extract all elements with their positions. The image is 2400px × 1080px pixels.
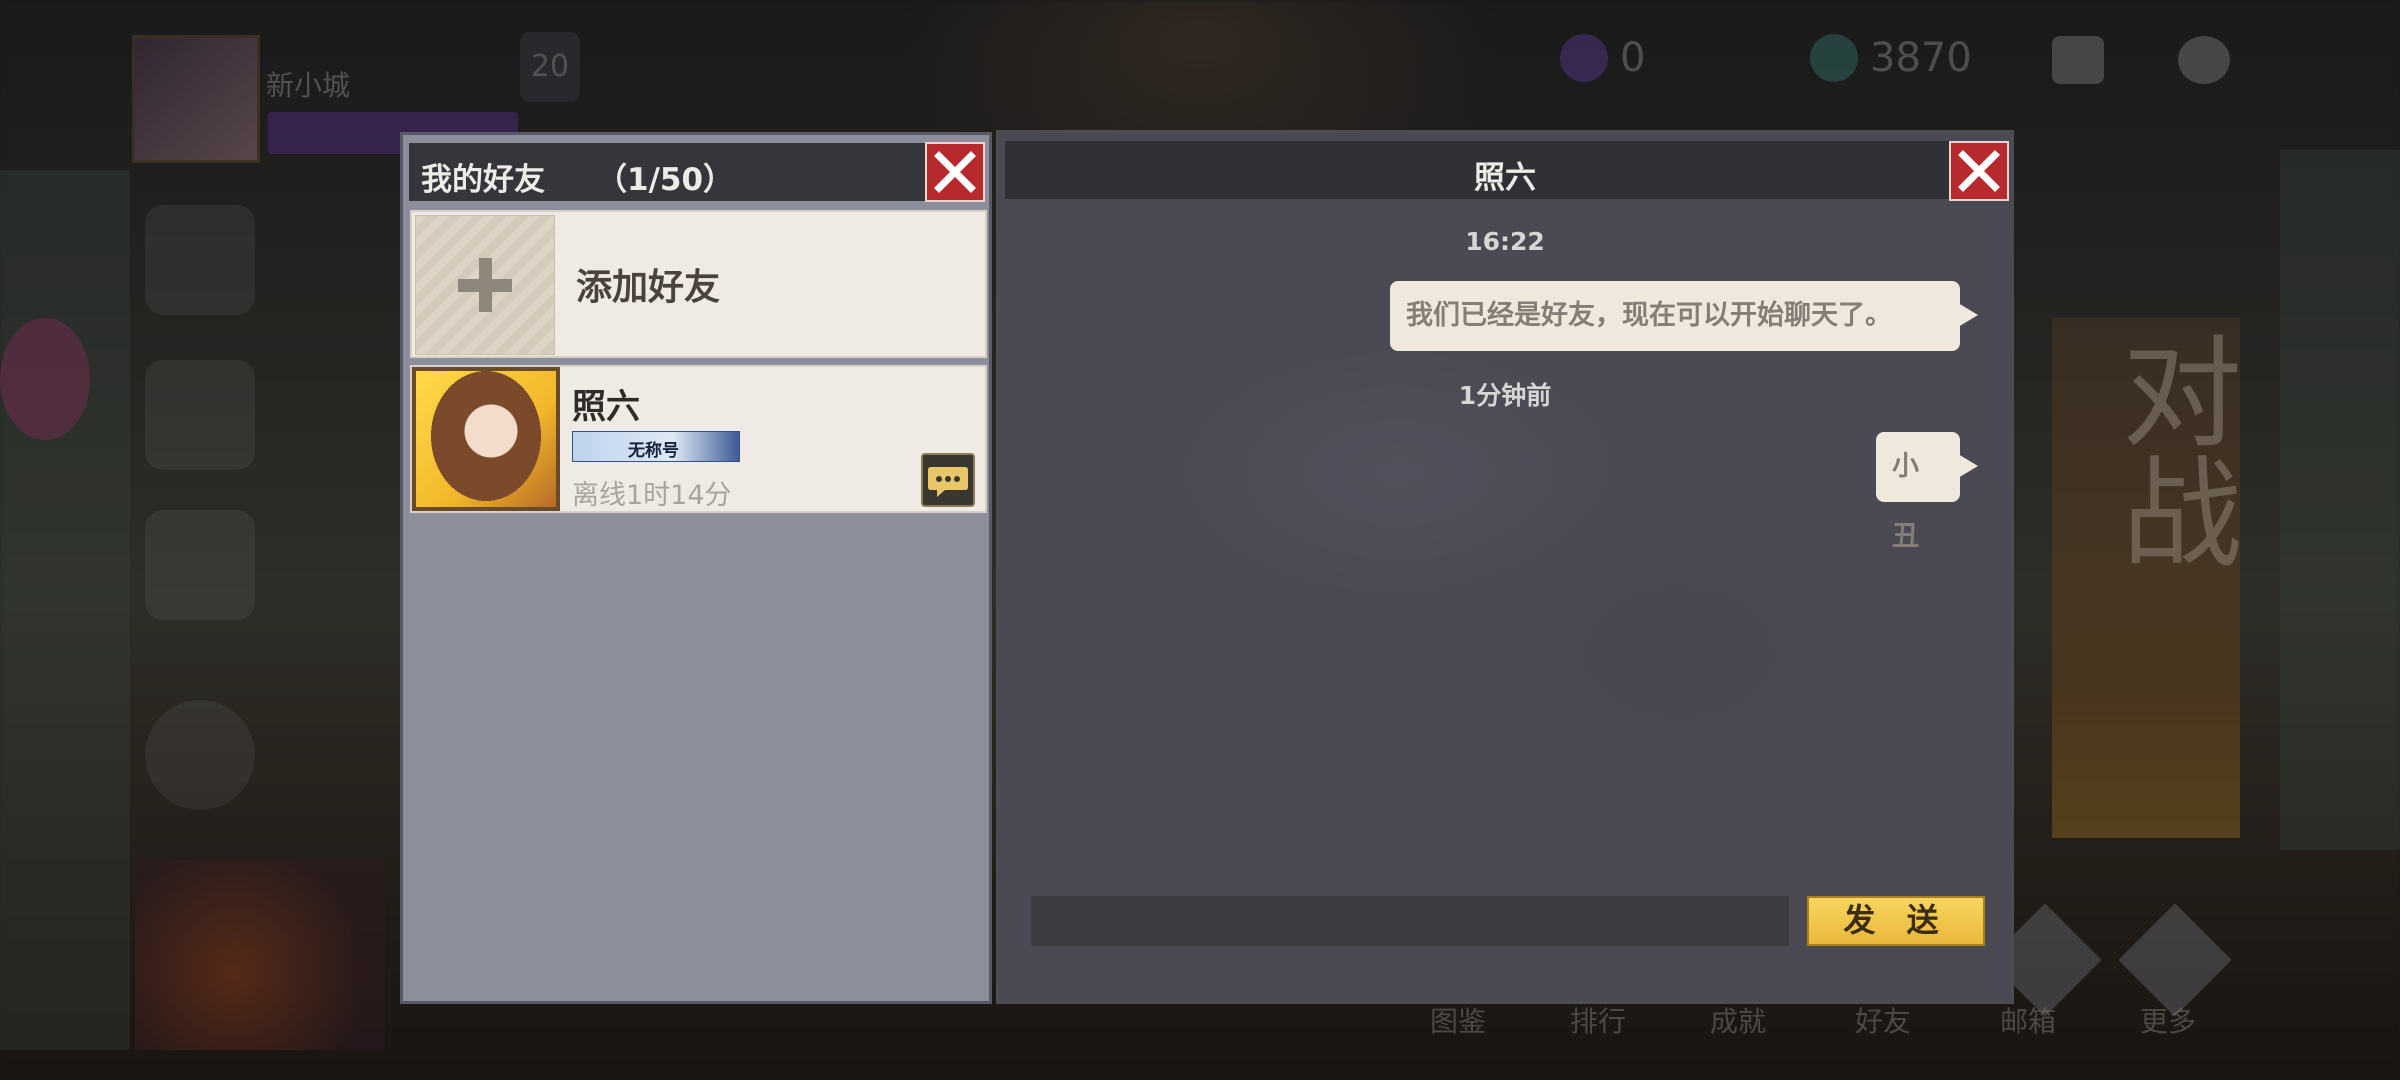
message-timestamp: 1分钟前 xyxy=(1458,381,1552,410)
close-icon xyxy=(1958,150,2000,192)
title-badge-text: 无称号 xyxy=(628,441,679,461)
friend-avatar xyxy=(412,367,560,511)
open-chat-button[interactable] xyxy=(921,453,975,507)
add-friend-thumb xyxy=(415,215,555,355)
friends-title: 我的好友 xyxy=(421,162,545,198)
add-friend-label: 添加好友 xyxy=(576,267,721,308)
title-badge: 无称号 xyxy=(572,431,740,462)
chat-panel: 照六 16:22 我们已经是好友，现在可以开始聊天了。 1分钟前 小丑 发 送 xyxy=(996,130,2014,1004)
friends-header: 我的好友 （1/50） xyxy=(409,143,984,201)
chat-title: 照六 xyxy=(1474,160,1536,196)
add-friend-card[interactable]: 添加好友 xyxy=(410,210,987,358)
chat-message-bubble: 我们已经是好友，现在可以开始聊天了。 xyxy=(1390,281,1978,351)
chat-bubble-icon xyxy=(928,467,968,497)
send-button[interactable]: 发 送 xyxy=(1807,896,1985,946)
friends-count: （1/50） xyxy=(596,162,735,198)
friends-panel: 我的好友 （1/50） 添加好友 照六 无称号 离线1时14分 xyxy=(400,132,992,1004)
close-chat-button[interactable] xyxy=(1949,141,2009,201)
message-timestamp: 16:22 xyxy=(1465,227,1545,256)
friend-name: 照六 xyxy=(572,387,640,427)
chat-header: 照六 xyxy=(1005,141,2005,199)
chat-message-bubble: 小丑 xyxy=(1876,432,1978,552)
close-icon xyxy=(934,151,976,193)
plus-icon xyxy=(458,258,512,312)
close-friends-button[interactable] xyxy=(925,142,985,202)
friend-status: 离线1时14分 xyxy=(572,480,732,511)
friend-list-item[interactable]: 照六 无称号 离线1时14分 xyxy=(410,365,987,513)
message-input[interactable] xyxy=(1031,896,1789,946)
